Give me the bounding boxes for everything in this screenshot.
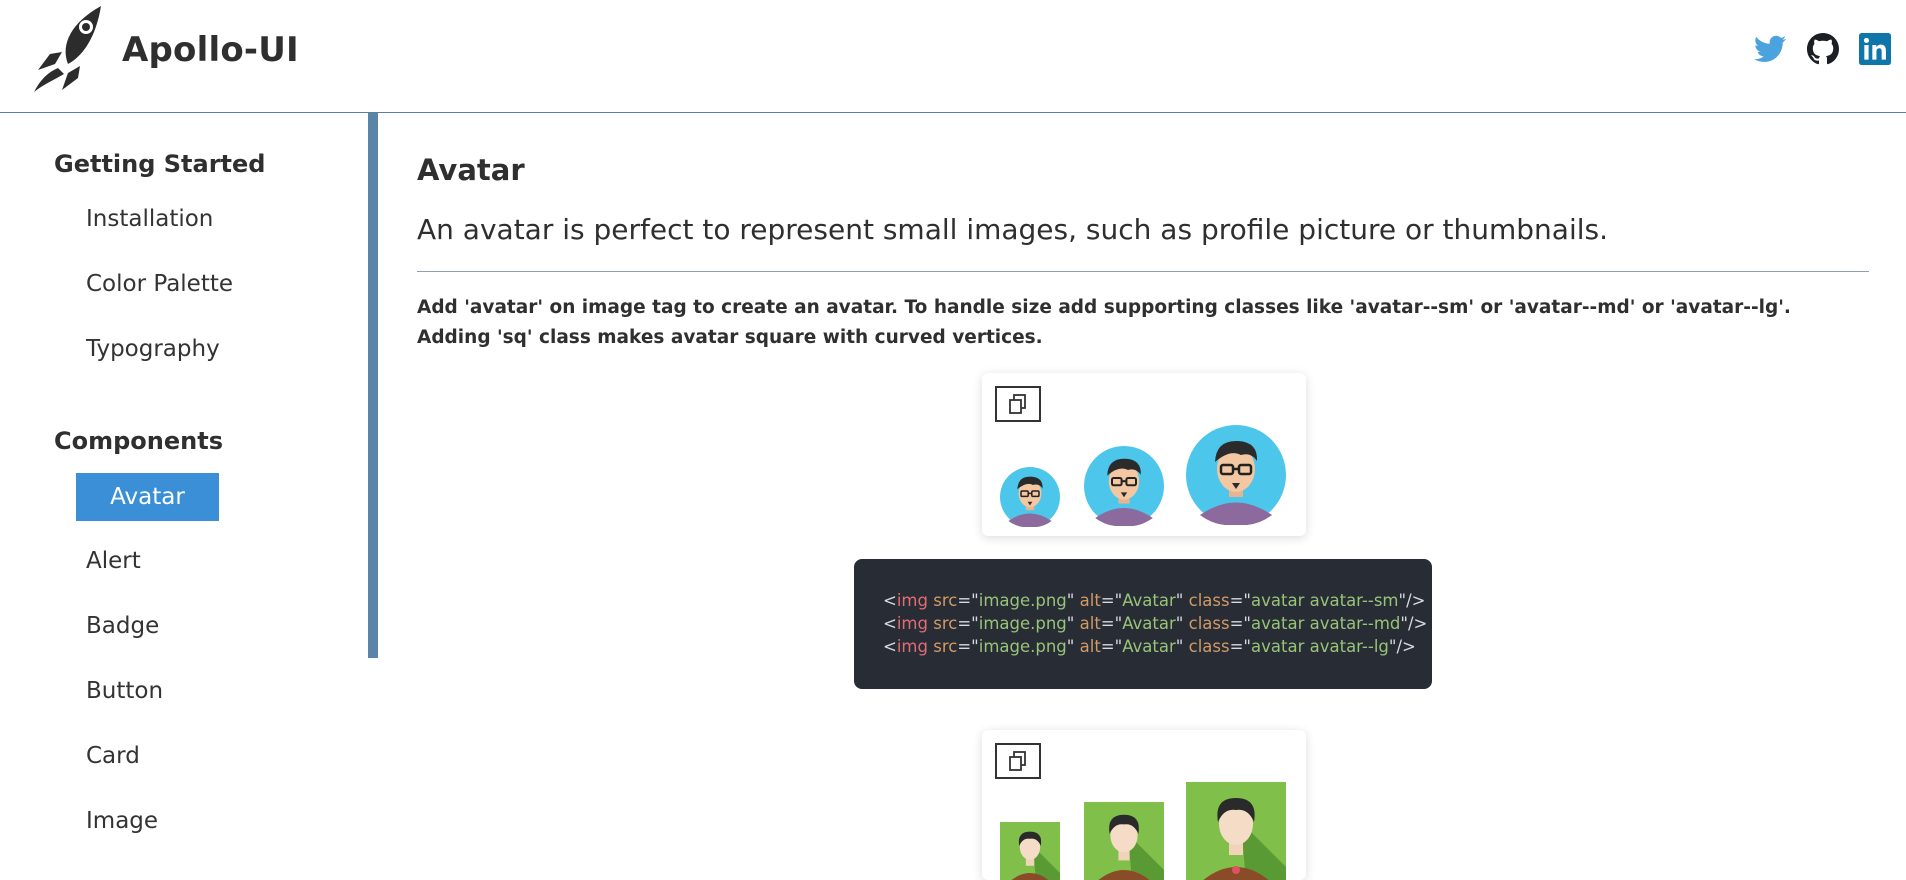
avatar-md xyxy=(1084,446,1164,526)
code-src: image.png xyxy=(978,614,1067,633)
sidebar-item-button[interactable]: Button xyxy=(86,678,163,704)
avatar-lg xyxy=(1186,425,1286,525)
sidebar-item-alert[interactable]: Alert xyxy=(86,548,141,574)
sidebar-item-image[interactable]: Image xyxy=(86,808,158,834)
copy-icon[interactable] xyxy=(995,386,1041,422)
avatar-sq-lg xyxy=(1186,782,1286,880)
avatar-sq-md xyxy=(1084,802,1164,880)
code-class: avatar avatar--md xyxy=(1251,614,1401,633)
copy-icon[interactable] xyxy=(995,743,1041,779)
divider xyxy=(417,271,1869,272)
avatar-demo-card xyxy=(982,373,1306,536)
code-class: avatar avatar--sm xyxy=(1251,591,1399,610)
code-alt: Avatar xyxy=(1122,637,1176,656)
page-subtitle: An avatar is perfect to represent small … xyxy=(417,213,1608,246)
sidebar-item-avatar[interactable]: Avatar xyxy=(76,473,219,521)
linkedin-icon[interactable] xyxy=(1858,32,1892,66)
avatar-sm xyxy=(1000,467,1060,527)
sidebar-section-components: Components xyxy=(54,427,223,455)
page-title: Avatar xyxy=(417,153,525,187)
code-class: avatar avatar--lg xyxy=(1251,637,1389,656)
header: Apollo-UI xyxy=(0,0,1906,113)
code-line: <img src="image.png" alt="Avatar" class=… xyxy=(883,637,1416,656)
sidebar-item-installation[interactable]: Installation xyxy=(86,206,213,232)
code-tag: img xyxy=(896,591,928,610)
code-snippet[interactable]: <img src="image.png" alt="Avatar" class=… xyxy=(854,559,1432,689)
avatar-sq-demo-card xyxy=(982,730,1306,880)
code-src: image.png xyxy=(978,591,1067,610)
code-alt: Avatar xyxy=(1122,614,1176,633)
twitter-icon[interactable] xyxy=(1753,32,1787,66)
github-icon[interactable] xyxy=(1806,32,1840,66)
code-alt: Avatar xyxy=(1122,591,1176,610)
avatar-sq-sm xyxy=(1000,822,1060,880)
sidebar-item-badge[interactable]: Badge xyxy=(86,613,159,639)
description: Add 'avatar' on image tag to create an a… xyxy=(417,297,1791,348)
code-line: <img src="image.png" alt="Avatar" class=… xyxy=(883,614,1428,633)
sidebar-item-color-palette[interactable]: Color Palette xyxy=(86,271,233,297)
code-line: <img src="image.png" alt="Avatar" class=… xyxy=(883,591,1426,610)
sidebar-item-typography[interactable]: Typography xyxy=(86,336,220,362)
sidebar-section-getting-started: Getting Started xyxy=(54,150,266,178)
sidebar-item-card[interactable]: Card xyxy=(86,743,140,769)
brand-title[interactable]: Apollo-UI xyxy=(122,30,299,70)
rocket-icon[interactable] xyxy=(28,4,104,94)
code-tag: img xyxy=(896,614,928,633)
code-tag: img xyxy=(896,637,928,656)
code-src: image.png xyxy=(978,637,1067,656)
sidebar-divider xyxy=(368,113,378,658)
